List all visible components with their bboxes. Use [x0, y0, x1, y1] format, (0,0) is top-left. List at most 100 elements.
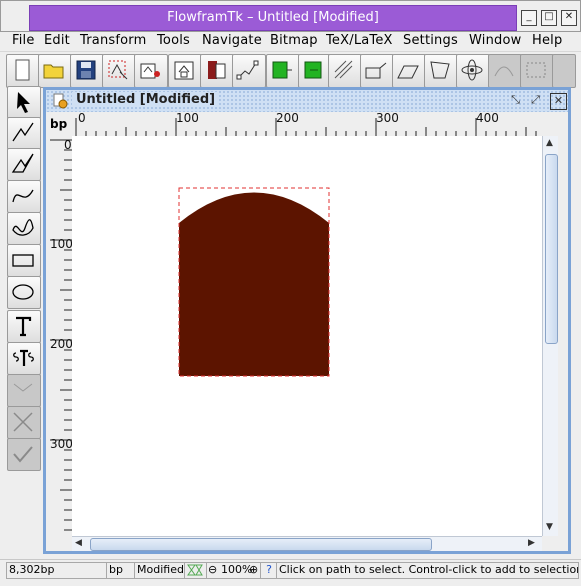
closed-line-icon: [11, 153, 34, 173]
rotate-button[interactable]: [360, 54, 394, 88]
zoom-level: 100%: [221, 563, 253, 576]
new-file-icon: [15, 59, 30, 81]
document-title-bar[interactable]: Untitled [Modified] ⤡ ⤢ ✕: [46, 90, 568, 112]
h-ruler-label-0: 0: [78, 111, 86, 125]
menu-help[interactable]: Help: [532, 33, 562, 48]
scale-button[interactable]: [392, 54, 426, 88]
green-box-button[interactable]: [298, 54, 332, 88]
disabled-line-tool[interactable]: [7, 374, 41, 407]
menu-window[interactable]: Window: [469, 33, 521, 48]
new-file-button[interactable]: [6, 54, 40, 88]
open-folder-icon: [43, 64, 64, 79]
ungroup-button[interactable]: [168, 54, 202, 88]
open-button[interactable]: [38, 54, 72, 88]
save-icon: [76, 60, 96, 80]
v-ruler-label-0: 0: [64, 138, 72, 152]
document-gear-icon: [53, 93, 68, 109]
rectangle-tool[interactable]: [7, 244, 41, 277]
menu-tools[interactable]: Tools: [157, 33, 190, 48]
text-tool[interactable]: [7, 310, 41, 343]
open-line-icon: [12, 122, 34, 142]
menu-transform[interactable]: Transform: [80, 33, 146, 48]
closed-line-tool[interactable]: [7, 148, 41, 181]
math-text-icon: [13, 349, 34, 366]
text-icon: [16, 316, 32, 337]
scroll-up-icon[interactable]: ▲: [546, 138, 553, 148]
restore-button[interactable]: ⤢: [528, 93, 543, 108]
disabled-tool-button[interactable]: [488, 54, 522, 88]
v-ruler-label-200: 200: [50, 337, 73, 351]
menu-edit[interactable]: Edit: [44, 33, 70, 48]
group-icon: [140, 63, 160, 79]
disabled-cross-tool[interactable]: [7, 406, 41, 439]
horizontal-scroll-thumb[interactable]: [90, 538, 432, 551]
disabled-check-tool[interactable]: [7, 438, 41, 471]
zoom-out-icon[interactable]: ⊖: [208, 563, 217, 577]
shear-icon: [430, 61, 450, 79]
lock-toggle[interactable]: [184, 562, 208, 579]
overflow-tool-button[interactable]: [552, 54, 576, 88]
disabled-line-icon: [13, 383, 33, 392]
drawing-canvas[interactable]: [72, 136, 542, 536]
h-ruler-label-300: 300: [376, 111, 399, 125]
menu-bar: File Edit Transform Tools Navigate Bitma…: [0, 32, 581, 51]
rectangle-icon: [12, 254, 34, 267]
h-ruler-label-100: 100: [176, 111, 199, 125]
shear-button[interactable]: [424, 54, 458, 88]
disabled-tool-icon: [494, 66, 514, 77]
disabled-selection-icon: [526, 62, 546, 78]
menu-tex[interactable]: TeX/LaTeX: [326, 33, 397, 48]
canvas-drawing: [178, 187, 330, 377]
minimize-button[interactable]: _: [521, 10, 537, 26]
menu-file[interactable]: File: [12, 33, 35, 48]
open-curve-tool[interactable]: [7, 180, 41, 213]
vertical-ruler: 0 100 200 300: [46, 136, 73, 536]
atom-button[interactable]: [456, 54, 490, 88]
green-connect-icon: [272, 61, 292, 79]
reduce-to-grid-button[interactable]: [328, 54, 362, 88]
green-connect-button[interactable]: [266, 54, 300, 88]
modified-indicator: Modified: [134, 562, 188, 579]
v-ruler-label-100: 100: [50, 237, 73, 251]
green-box-icon: [304, 61, 322, 79]
group-button[interactable]: [134, 54, 168, 88]
closed-curve-tool[interactable]: [7, 212, 41, 245]
ungroup-icon: [174, 61, 194, 80]
select-all-button[interactable]: [102, 54, 136, 88]
reduce-to-grid-icon: [334, 60, 353, 79]
menu-bitmap[interactable]: Bitmap: [270, 33, 318, 48]
save-button[interactable]: [70, 54, 104, 88]
menu-settings[interactable]: Settings: [403, 33, 458, 48]
scroll-right-icon[interactable]: ▶: [528, 538, 535, 548]
select-tool[interactable]: [7, 86, 41, 119]
title-bar: FlowframTk – Untitled [Modified] _ □ ✕: [0, 0, 581, 32]
edit-path-button[interactable]: [232, 54, 266, 88]
menu-navigate[interactable]: Navigate: [202, 33, 262, 48]
scroll-left-icon[interactable]: ◀: [75, 538, 82, 548]
disabled-cross-icon: [13, 412, 33, 432]
ellipse-tool[interactable]: [7, 276, 41, 309]
zoom-control[interactable]: ⊖ 100% ⊕: [206, 562, 262, 579]
vertical-scrollbar[interactable]: ▲ ▼: [542, 136, 558, 536]
zoom-in-icon[interactable]: ⊕: [249, 563, 258, 577]
open-line-tool[interactable]: [7, 117, 41, 150]
cursor-position: 8,302bp: [6, 562, 108, 579]
horizontal-ruler: 0 100 200 300 400: [72, 111, 542, 136]
disabled-selection-button[interactable]: [520, 54, 554, 88]
ellipse-icon: [12, 284, 34, 300]
close-button[interactable]: ✕: [561, 10, 577, 26]
move-to-front-button[interactable]: [200, 54, 234, 88]
close-document-button[interactable]: ✕: [550, 93, 567, 110]
horizontal-scrollbar[interactable]: ◀ ▶: [72, 536, 542, 551]
ruler-unit: bp: [46, 112, 72, 136]
h-ruler-label-200: 200: [276, 111, 299, 125]
scroll-down-icon[interactable]: ▼: [546, 522, 553, 532]
math-text-tool[interactable]: [7, 342, 41, 375]
vertical-ruler-ticks: [50, 139, 72, 531]
iconify-button[interactable]: ⤡: [508, 93, 523, 108]
document-title: Untitled [Modified]: [72, 92, 220, 107]
atom-icon: [461, 59, 483, 81]
maximize-button[interactable]: □: [541, 10, 557, 26]
arch-shape[interactable]: [179, 192, 329, 377]
vertical-scroll-thumb[interactable]: [545, 154, 558, 344]
